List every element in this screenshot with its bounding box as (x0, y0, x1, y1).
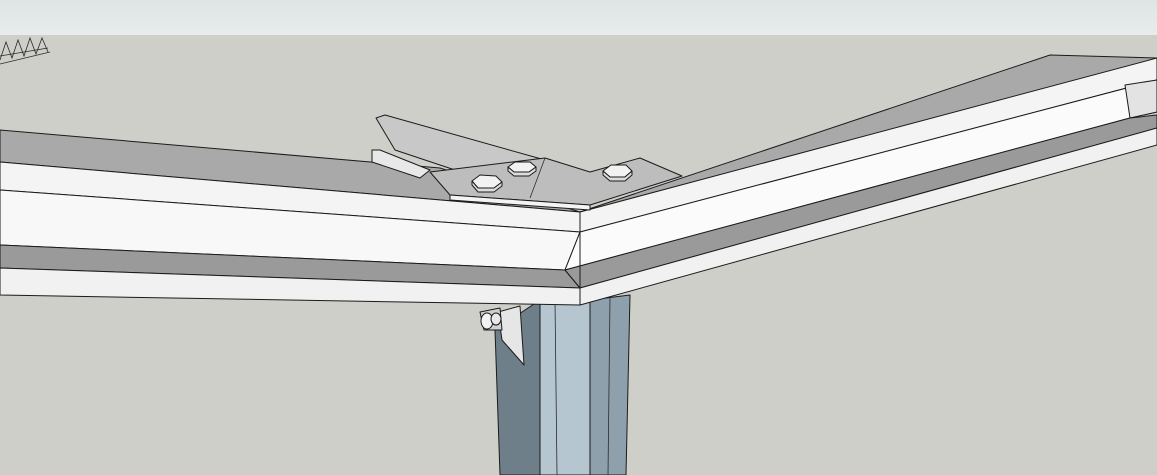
column-face (539, 299, 591, 475)
hex-bolt[interactable] (507, 161, 537, 177)
hex-bolt[interactable] (471, 174, 503, 193)
truss-fragment[interactable] (0, 36, 51, 65)
hex-bolt[interactable] (602, 164, 633, 182)
model-scene[interactable] (0, 0, 1157, 475)
sketchup-3d-viewport[interactable] (0, 0, 1157, 475)
